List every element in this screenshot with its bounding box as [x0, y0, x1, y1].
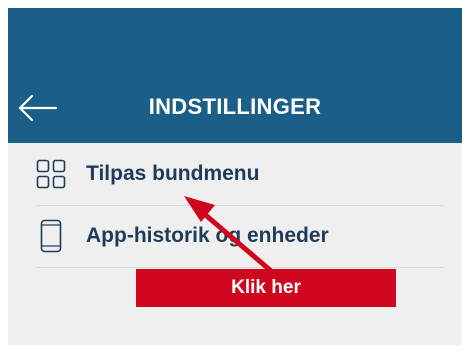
click-here-callout: Klik her: [136, 269, 396, 307]
settings-screen: INDSTILLINGER Tilpas bundmenu App-histor…: [8, 8, 462, 345]
